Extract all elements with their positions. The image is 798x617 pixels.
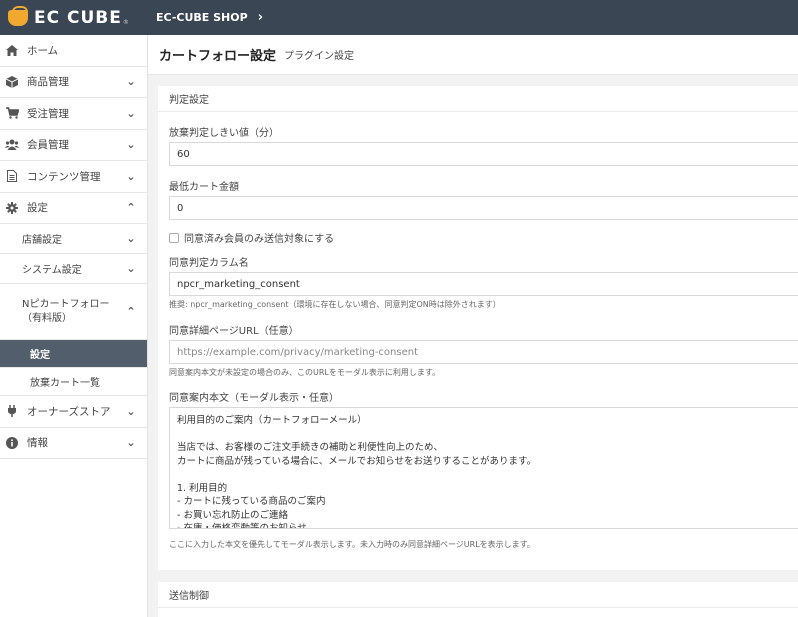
consent-column-input[interactable]: npcr_marketing_consent [169, 272, 798, 296]
consent-only-checkbox[interactable] [169, 232, 179, 243]
sidebar-item-info[interactable]: 情報 ⌄ [0, 428, 147, 459]
sidebar-item-label: ホーム [27, 44, 59, 57]
sidebar-item-label: 設定 [30, 350, 50, 361]
sidebar-item-label: コンテンツ管理 [27, 170, 101, 183]
sidebar-item-home[interactable]: ホーム [0, 35, 147, 67]
sidebar-item-label: システム設定 [22, 265, 82, 276]
consent-only-checkbox-row[interactable]: 同意済み会員のみ送信対象にする [169, 230, 334, 245]
chevron-down-icon: ⌄ [126, 262, 136, 275]
chevron-up-icon: ⌃ [126, 305, 136, 318]
consent-url-input[interactable]: https://example.com/privacy/marketing-co… [169, 340, 798, 364]
page-subtitle: プラグイン設定 [284, 51, 355, 62]
chevron-down-icon: ⌄ [126, 436, 136, 450]
sidebar-item-label: Nピカートフォロー（有料版） [22, 298, 110, 324]
chevron-down-icon: ⌄ [126, 169, 136, 183]
consent-text-textarea[interactable]: 利用目的のご案内（カートフォローメール） 当店では、お客様のご注文手続きの補助と… [169, 407, 798, 529]
chevron-down-icon: ⌄ [126, 232, 136, 245]
sidebar-item-label: 会員管理 [27, 139, 69, 152]
consent-only-label: 同意済み会員のみ送信対象にする [184, 234, 335, 245]
consent-text-label: 同意案内本文（モーダル表示・任意） [169, 393, 339, 404]
sidebar-item-settings[interactable]: 設定 ⌃ [0, 193, 147, 224]
page-title: カートフォロー設定 [159, 49, 277, 64]
chevron-down-icon: ⌄ [126, 404, 136, 418]
file-icon [5, 169, 19, 183]
sidebar-item-products[interactable]: 商品管理 ⌄ [0, 67, 147, 98]
sidebar-item-cart-follow[interactable]: Nピカートフォロー（有料版） ⌃ [0, 284, 147, 340]
sidebar-item-cart-follow-settings[interactable]: 設定 [0, 340, 147, 368]
cart-icon [5, 106, 19, 120]
sidebar-item-label: 店舗設定 [22, 235, 62, 246]
logo-registered-mark: ® [122, 19, 129, 26]
page-header: カートフォロー設定 プラグイン設定 [148, 35, 798, 75]
logo[interactable]: EC CUBE ® [0, 0, 148, 35]
plug-icon [5, 404, 19, 418]
shop-name: EC-CUBE SHOP [156, 11, 248, 24]
box-icon [5, 75, 19, 89]
chevron-up-icon: ⌃ [126, 201, 136, 215]
info-icon [5, 436, 19, 450]
consent-url-help: 同意案内本文が未設定の場合のみ、このURLをモーダル表示に利用します。 [169, 368, 441, 377]
consent-column-label: 同意判定カラム名 [169, 258, 249, 269]
sidebar-item-label: 放棄カート一覧 [30, 378, 100, 389]
judgement-settings-card: 判定設定 放棄判定しきい値（分） 60 最低カート金額 0 同意済み会員のみ送信… [158, 86, 798, 570]
sidebar-item-label: 受注管理 [27, 107, 69, 120]
consent-url-label: 同意詳細ページURL（任意） [169, 326, 299, 337]
sidebar-item-owners-store[interactable]: オーナーズストア ⌄ [0, 396, 147, 428]
card-title: 判定設定 [158, 86, 798, 112]
sidebar-item-orders[interactable]: 受注管理 ⌄ [0, 98, 147, 130]
cube-logo-icon [8, 5, 28, 26]
sidebar-item-label: オーナーズストア [27, 405, 111, 418]
logo-text: EC CUBE [34, 7, 122, 28]
chevron-right-icon: › [257, 10, 264, 25]
consent-column-help: 推奨: npcr_marketing_consent（環境に存在しない場合、同意… [169, 300, 501, 309]
threshold-input[interactable]: 60 [169, 142, 798, 166]
sidebar: ホーム 商品管理 ⌄ 受注管理 ⌄ 会員管理 ⌄ コンテンツ管理 ⌄ 設定 ⌃ [0, 35, 148, 617]
sidebar-item-label: 情報 [27, 437, 48, 450]
shop-link[interactable]: EC-CUBE SHOP › [156, 10, 263, 25]
min-amount-label: 最低カート金額 [169, 182, 239, 193]
consent-text-help: ここに入力した本文を優先してモーダル表示します。未入力時のみ同意詳細ページURL… [169, 540, 535, 549]
chevron-down-icon: ⌄ [126, 75, 136, 89]
sidebar-item-label: 商品管理 [27, 76, 69, 89]
gear-icon [5, 201, 19, 215]
sidebar-item-shop-settings[interactable]: 店舗設定 ⌄ [0, 224, 147, 254]
sidebar-item-customers[interactable]: 会員管理 ⌄ [0, 130, 147, 161]
send-control-card: 送信制御 [158, 582, 798, 617]
sidebar-item-system-settings[interactable]: システム設定 ⌄ [0, 254, 147, 284]
sidebar-item-content[interactable]: コンテンツ管理 ⌄ [0, 161, 147, 193]
sidebar-item-label: 設定 [27, 202, 48, 215]
card-title: 送信制御 [158, 582, 798, 608]
users-icon [5, 138, 19, 152]
sidebar-item-abandoned-carts[interactable]: 放棄カート一覧 [0, 368, 147, 396]
top-header: EC CUBE ® EC-CUBE SHOP › [0, 0, 798, 35]
chevron-down-icon: ⌄ [126, 138, 136, 152]
chevron-down-icon: ⌄ [126, 106, 136, 120]
main-content: カートフォロー設定 プラグイン設定 判定設定 放棄判定しきい値（分） 60 最低… [148, 35, 798, 617]
min-amount-input[interactable]: 0 [169, 196, 798, 220]
threshold-label: 放棄判定しきい値（分） [169, 128, 279, 139]
home-icon [5, 43, 19, 57]
